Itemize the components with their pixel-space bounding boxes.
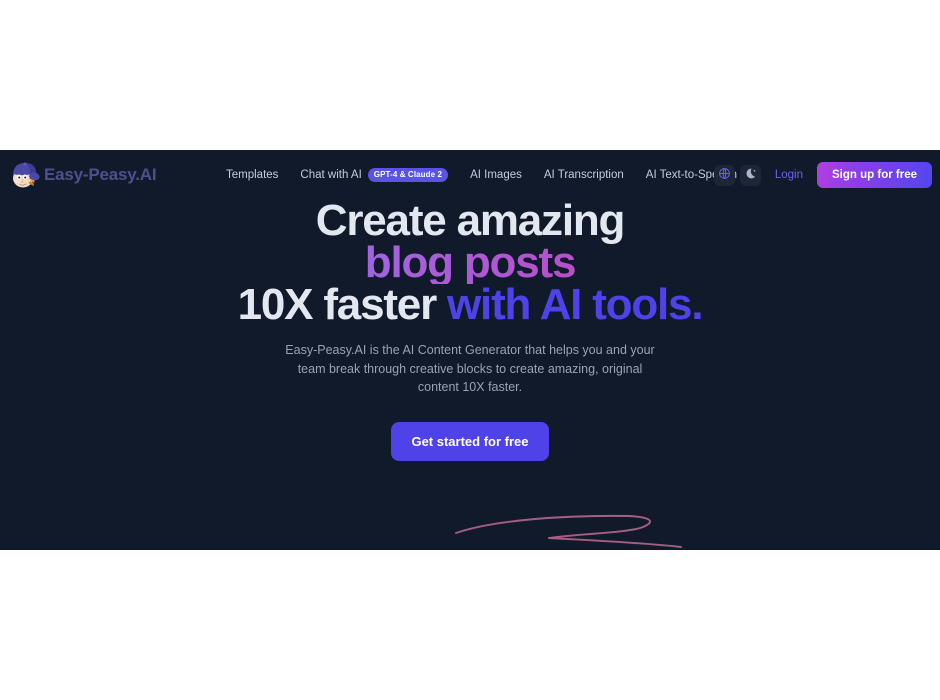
- nav-item-label: AI Transcription: [543, 169, 624, 181]
- hero-section: Easy-Peasy.AI Templates Chat with AI GPT…: [0, 150, 940, 550]
- nav-right-group: Login Sign up for free: [713, 150, 932, 200]
- hero-subtitle: Easy-Peasy.AI is the AI Content Generato…: [285, 343, 655, 394]
- headline-line-3: 10X faster with AI tools.: [0, 283, 940, 327]
- cta-wrapper: Get started for free: [0, 421, 940, 461]
- nav-item-templates[interactable]: Templates: [226, 169, 278, 181]
- status-badge: GPT-4 & Claude 2: [367, 168, 449, 182]
- nav-item-label: Chat with AI: [300, 169, 362, 181]
- nav-item-label: AI Images: [470, 169, 522, 181]
- top-navigation-bar: Easy-Peasy.AI Templates Chat with AI GPT…: [0, 150, 940, 200]
- nav-item-label: Templates: [226, 169, 279, 181]
- globe-icon: [718, 167, 731, 183]
- nav-item-ai-transcription[interactable]: AI Transcription: [544, 169, 624, 181]
- headline-line-3-plain: 10X faster: [237, 280, 448, 329]
- page-title: Create amazing blog posts 10X faster wit…: [0, 196, 940, 327]
- headline-line-3-accent: with AI tools.: [447, 280, 704, 329]
- headline-line-2: blog posts: [0, 241, 940, 285]
- nav-item-chat-with-ai[interactable]: Chat with AI GPT-4 & Claude 2: [300, 168, 449, 182]
- dark-mode-toggle-button[interactable]: [739, 164, 761, 186]
- page-root: Easy-Peasy.AI Templates Chat with AI GPT…: [0, 0, 940, 700]
- nav-item-ai-images[interactable]: AI Images: [470, 169, 522, 181]
- brand-logo-link[interactable]: Easy-Peasy.AI: [8, 150, 157, 200]
- sign-up-button[interactable]: Sign up for free: [817, 162, 932, 188]
- get-started-button[interactable]: Get started for free: [391, 421, 549, 461]
- mascot-face-with-cap-icon: [8, 160, 40, 190]
- hand-drawn-underline-swoosh-icon: [453, 513, 685, 550]
- hero-content: Create amazing blog posts 10X faster wit…: [0, 196, 940, 461]
- login-link[interactable]: Login: [775, 169, 803, 181]
- nav-links-group: Templates Chat with AI GPT-4 & Claude 2 …: [226, 150, 737, 200]
- language-selector-button[interactable]: [713, 164, 735, 186]
- brand-name: Easy-Peasy.AI: [44, 165, 157, 184]
- headline-line-1: Create amazing: [315, 196, 626, 245]
- moon-star-icon: [744, 167, 757, 183]
